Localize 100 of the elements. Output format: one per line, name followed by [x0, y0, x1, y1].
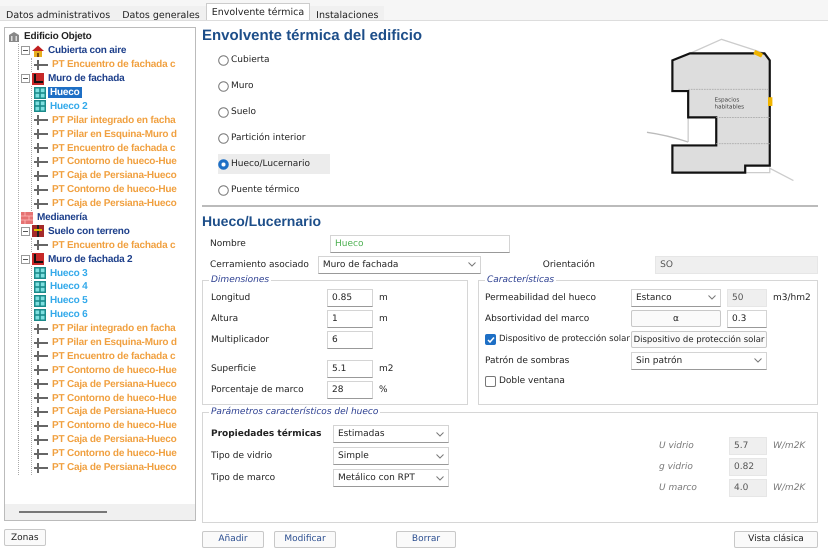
window-icon [34, 267, 46, 280]
unit-label: W/m2K [773, 440, 806, 450]
number-field[interactable]: 1 [327, 310, 373, 328]
field-label: Superficie [211, 364, 256, 374]
window-icon [34, 280, 46, 293]
alpha-button[interactable]: α [631, 310, 721, 327]
element-type-radio[interactable]: Cubierta [218, 50, 330, 70]
thermal-bridge-icon [34, 156, 48, 168]
field-label: Propiedades térmicas [211, 429, 322, 439]
tab[interactable]: Envolvente térmica [206, 3, 310, 20]
orientation-field[interactable]: SO [655, 256, 818, 274]
radio-icon[interactable] [218, 106, 229, 118]
chevron-down-icon [468, 262, 476, 267]
field-label: Multiplicador [211, 334, 270, 344]
tree-item[interactable]: Cubierta con aire [46, 45, 128, 56]
absorptivity-field[interactable]: 0.3 [727, 310, 767, 328]
thermal-bridge-icon [34, 420, 48, 432]
tree-item[interactable]: Muro de fachada [46, 73, 126, 84]
thermal-bridge-icon [34, 198, 48, 210]
tab[interactable]: Datos administrativos [0, 6, 116, 20]
tab[interactable]: Instalaciones [310, 6, 384, 20]
group-title: Parámetros característicos del hueco [210, 407, 380, 417]
unit-label: m [379, 314, 388, 324]
chevron-down-icon [436, 454, 444, 458]
unit-label: m2 [379, 364, 394, 374]
thermal-bridge-icon [34, 378, 48, 390]
action-button[interactable]: Añadir [202, 530, 264, 548]
field-label: Altura [211, 314, 238, 324]
shadow-pattern-select[interactable]: Sin patrón [631, 352, 767, 370]
collapse-icon[interactable] [21, 46, 30, 56]
readonly-field[interactable]: 0.82 [729, 458, 767, 476]
tab[interactable]: Datos generales [116, 6, 206, 20]
thermal-bridge-icon [34, 434, 48, 446]
dropdown[interactable]: Metálico con RPT [333, 469, 449, 487]
field-label: Permeabilidad del hueco [485, 292, 596, 302]
element-type-radio[interactable]: Suelo [218, 102, 330, 122]
radio-icon[interactable] [218, 80, 229, 92]
permeability-select[interactable]: Estanco [631, 288, 721, 306]
group-title: Características [486, 275, 556, 285]
collapse-icon[interactable] [21, 226, 30, 236]
action-button[interactable]: Modificar [274, 530, 336, 548]
collapse-icon[interactable] [21, 254, 30, 264]
thermal-bridge-icon [34, 114, 48, 126]
field-label: Cerramiento asociado [210, 260, 309, 270]
tree-item[interactable]: Hueco [48, 87, 82, 98]
number-field[interactable]: 0.85 [327, 288, 373, 306]
number-field[interactable]: 28 [327, 380, 373, 398]
action-button[interactable]: Borrar [396, 530, 456, 548]
field-label: U marco [659, 482, 697, 492]
radio-icon[interactable] [218, 184, 229, 196]
field-label: Porcentaje de marco [211, 384, 304, 394]
thermal-bridge-icon [34, 239, 48, 252]
field-label: Longitud [211, 292, 250, 302]
thermal-bridge-icon [34, 392, 48, 404]
unit-label: m3/hm2 [773, 292, 811, 302]
element-type-radio[interactable]: Puente térmico [218, 180, 330, 200]
number-field[interactable]: 5.1 [327, 360, 373, 378]
thermal-bridge-icon [34, 58, 48, 71]
classic-view-button[interactable]: Vista clásica [734, 530, 818, 548]
chevron-down-icon [436, 432, 444, 436]
checkbox[interactable] [485, 334, 496, 345]
checkbox[interactable] [485, 376, 496, 387]
readonly-field[interactable]: 4.0 [729, 478, 767, 496]
radio-icon[interactable] [218, 132, 229, 144]
readonly-field[interactable]: 5.7 [729, 436, 767, 454]
tree-item[interactable]: Edificio Objeto [22, 31, 94, 42]
field-label: Orientación [542, 260, 595, 270]
thermal-bridge-icon [34, 364, 48, 376]
window-icon [34, 100, 46, 112]
section-title: Hueco/Lucernario [202, 213, 322, 229]
building-icon [8, 30, 20, 43]
unit-label: W/m2K [773, 482, 806, 492]
tree-item[interactable]: Muro de fachada 2 [46, 254, 134, 265]
brick-wall-icon [21, 212, 33, 224]
solar-protection-button[interactable]: Dispositivo de protección solar [631, 331, 767, 348]
radio-icon[interactable] [218, 158, 229, 170]
zones-button[interactable]: Zonas [4, 529, 46, 546]
element-type-radio[interactable]: Partición interior [218, 128, 330, 148]
dropdown[interactable]: Simple [333, 447, 449, 465]
element-type-radio[interactable]: Muro [218, 76, 330, 96]
thermal-bridge-icon [34, 184, 48, 196]
dropdown[interactable]: Estimadas [333, 425, 449, 443]
floor-icon [32, 225, 44, 238]
chevron-down-icon [754, 358, 762, 363]
house-icon [32, 44, 44, 57]
element-type-radio[interactable]: Hueco/Lucernario [218, 154, 330, 174]
collapse-icon[interactable] [21, 74, 30, 84]
number-field[interactable]: 6 [327, 330, 373, 348]
checkbox-label[interactable]: Dispositivo de protección solar [499, 334, 630, 345]
horizontal-scrollbar[interactable] [5, 504, 195, 520]
tree-item[interactable]: Suelo con terreno [46, 226, 132, 237]
thermal-bridge-icon [34, 128, 48, 140]
permeability-field[interactable]: 50 [727, 288, 767, 306]
radio-icon[interactable] [218, 54, 229, 66]
checkbox-label[interactable]: Doble ventana [499, 376, 565, 387]
page-title: Envolvente térmica del edificio [202, 27, 422, 44]
thermal-bridge-icon [34, 350, 48, 362]
tree-item[interactable]: Medianería [35, 212, 90, 224]
enclosure-select[interactable]: Muro de fachada [318, 256, 481, 274]
window-icon [34, 308, 46, 321]
